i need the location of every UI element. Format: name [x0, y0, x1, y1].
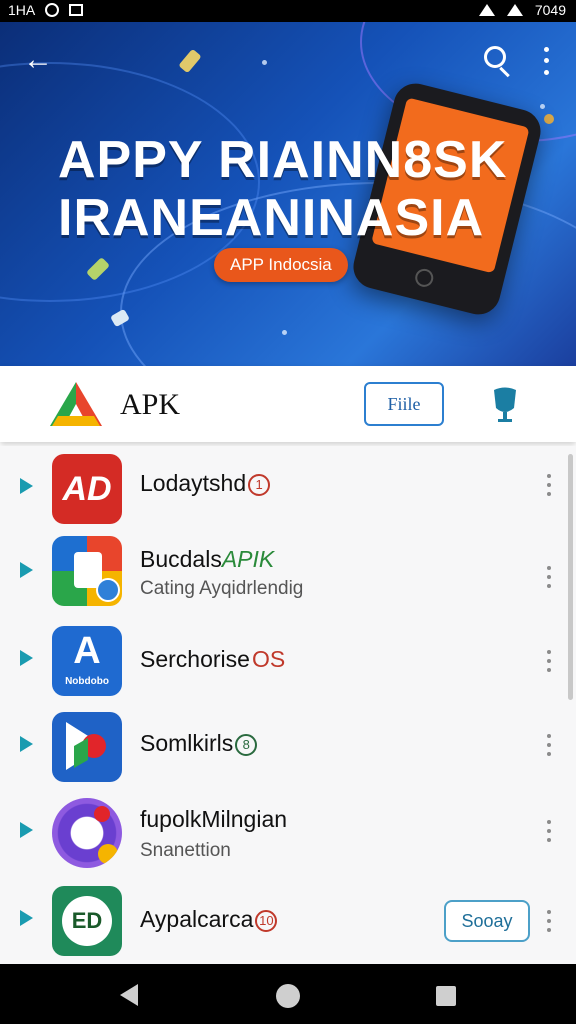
- app-icon-subtext: Nobdobo: [65, 676, 109, 687]
- app-icon-multicolor: [52, 536, 122, 606]
- app-icon-red: AD: [52, 454, 122, 524]
- app-title: BucdalsAPIK: [140, 546, 274, 573]
- nav-recent-icon[interactable]: [436, 986, 456, 1006]
- row-more-button[interactable]: [544, 566, 554, 588]
- list-item[interactable]: fupolkMilngian Snanettion: [0, 790, 576, 874]
- wifi-icon: [478, 4, 495, 16]
- banner-dot: [282, 330, 287, 335]
- app-badge: OS: [251, 646, 286, 672]
- status-bar: 1HA 7049: [0, 0, 576, 22]
- banner-headline-line2: IRANEANINASIA: [58, 189, 485, 247]
- toolbar-title: APK: [120, 388, 181, 421]
- expand-chevron-icon[interactable]: [20, 562, 33, 578]
- message-icon: [69, 4, 84, 16]
- app-icon-text: A: [73, 630, 101, 672]
- notification-icon: [45, 3, 60, 17]
- row-more-button[interactable]: [544, 474, 554, 496]
- row-more-button[interactable]: [544, 820, 554, 842]
- app-badge: 1: [248, 473, 271, 496]
- list-item[interactable]: Somlkirls 8: [0, 704, 576, 788]
- expand-chevron-icon[interactable]: [20, 910, 33, 926]
- app-title-accent: APIK: [221, 546, 275, 572]
- app-icon-text: AD: [62, 470, 112, 508]
- list-item[interactable]: ED Aypalcarca 10 Sooay: [0, 878, 576, 962]
- status-time: 1HA: [8, 2, 36, 18]
- app-title: Aypalcarca 10: [140, 906, 278, 933]
- list-item[interactable]: BucdalsAPIK Cating Ayqidrlendig: [0, 530, 576, 614]
- app-title: fupolkMilngian: [140, 806, 287, 833]
- app-title-text: Somlkirls: [140, 730, 234, 756]
- list-item[interactable]: A Nobdobo SerchoriseOS: [0, 618, 576, 702]
- app-title-text: Aypalcarca: [140, 906, 254, 932]
- apk-logo-icon: [50, 382, 102, 426]
- overflow-menu-button[interactable]: [534, 44, 558, 78]
- app-icon-text: ED: [71, 908, 103, 933]
- nav-back-icon[interactable]: [120, 984, 138, 1006]
- app-icon-blue: A Nobdobo: [52, 626, 122, 696]
- confetti: [544, 114, 554, 124]
- app-title-text: fupolkMilngian: [140, 806, 288, 832]
- banner-pill[interactable]: APP Indocsia: [214, 248, 348, 282]
- app-action-button[interactable]: Sooay: [444, 900, 530, 942]
- app-title: Lodaytshd 1: [140, 470, 271, 497]
- more-vert-icon: [543, 47, 549, 53]
- app-title-text: Serchorise: [140, 646, 250, 672]
- app-icon-green: ED: [52, 886, 122, 956]
- app-subtitle: Cating Ayqidrlendig: [140, 578, 304, 599]
- back-button[interactable]: ←: [20, 42, 56, 78]
- app-subtitle: Snanettion: [140, 840, 231, 861]
- app-toolbar: APK Fiile: [0, 366, 576, 442]
- row-more-button[interactable]: [544, 910, 554, 932]
- app-badge: 8: [235, 733, 258, 756]
- confetti: [178, 48, 202, 74]
- status-battery-text: 7049: [534, 2, 566, 18]
- row-more-button[interactable]: [544, 650, 554, 672]
- check-badge-icon: [96, 578, 120, 602]
- hero-banner: ← APPY RIAINN8SK IRANEANINASIA APP Indoc…: [0, 22, 576, 366]
- signal-icon: [506, 4, 523, 16]
- banner-dot: [540, 104, 545, 109]
- mic-icon: [494, 387, 516, 412]
- app-title: SerchoriseOS: [140, 646, 285, 673]
- app-title-text: Lodaytshd: [140, 470, 247, 496]
- system-nav-bar: [0, 964, 576, 1024]
- search-button[interactable]: [478, 42, 518, 78]
- expand-chevron-icon[interactable]: [20, 650, 33, 666]
- banner-dot: [262, 60, 267, 65]
- expand-chevron-icon[interactable]: [20, 822, 33, 838]
- expand-chevron-icon[interactable]: [20, 736, 33, 752]
- phone-home-button: [413, 266, 436, 289]
- file-button[interactable]: Fiile: [364, 382, 444, 426]
- app-badge: 10: [255, 909, 278, 932]
- mic-button[interactable]: [488, 384, 522, 424]
- expand-chevron-icon[interactable]: [20, 478, 33, 494]
- app-list: AD Lodaytshd 1 BucdalsAPIK Cating Ayqidrl…: [0, 446, 576, 964]
- list-item[interactable]: AD Lodaytshd 1: [0, 446, 576, 530]
- search-icon-handle: [499, 66, 510, 78]
- search-icon: [484, 46, 506, 68]
- app-icon-play: [52, 712, 122, 782]
- arrow-left-icon: ←: [23, 43, 53, 76]
- nav-home-icon[interactable]: [276, 984, 300, 1008]
- app-title: Somlkirls 8: [140, 730, 258, 757]
- banner-headline-line1: APPY RIAINN8SK: [58, 131, 508, 189]
- row-more-button[interactable]: [544, 734, 554, 756]
- app-icon-purple: [52, 798, 122, 868]
- app-title-text: Bucdals: [140, 546, 222, 572]
